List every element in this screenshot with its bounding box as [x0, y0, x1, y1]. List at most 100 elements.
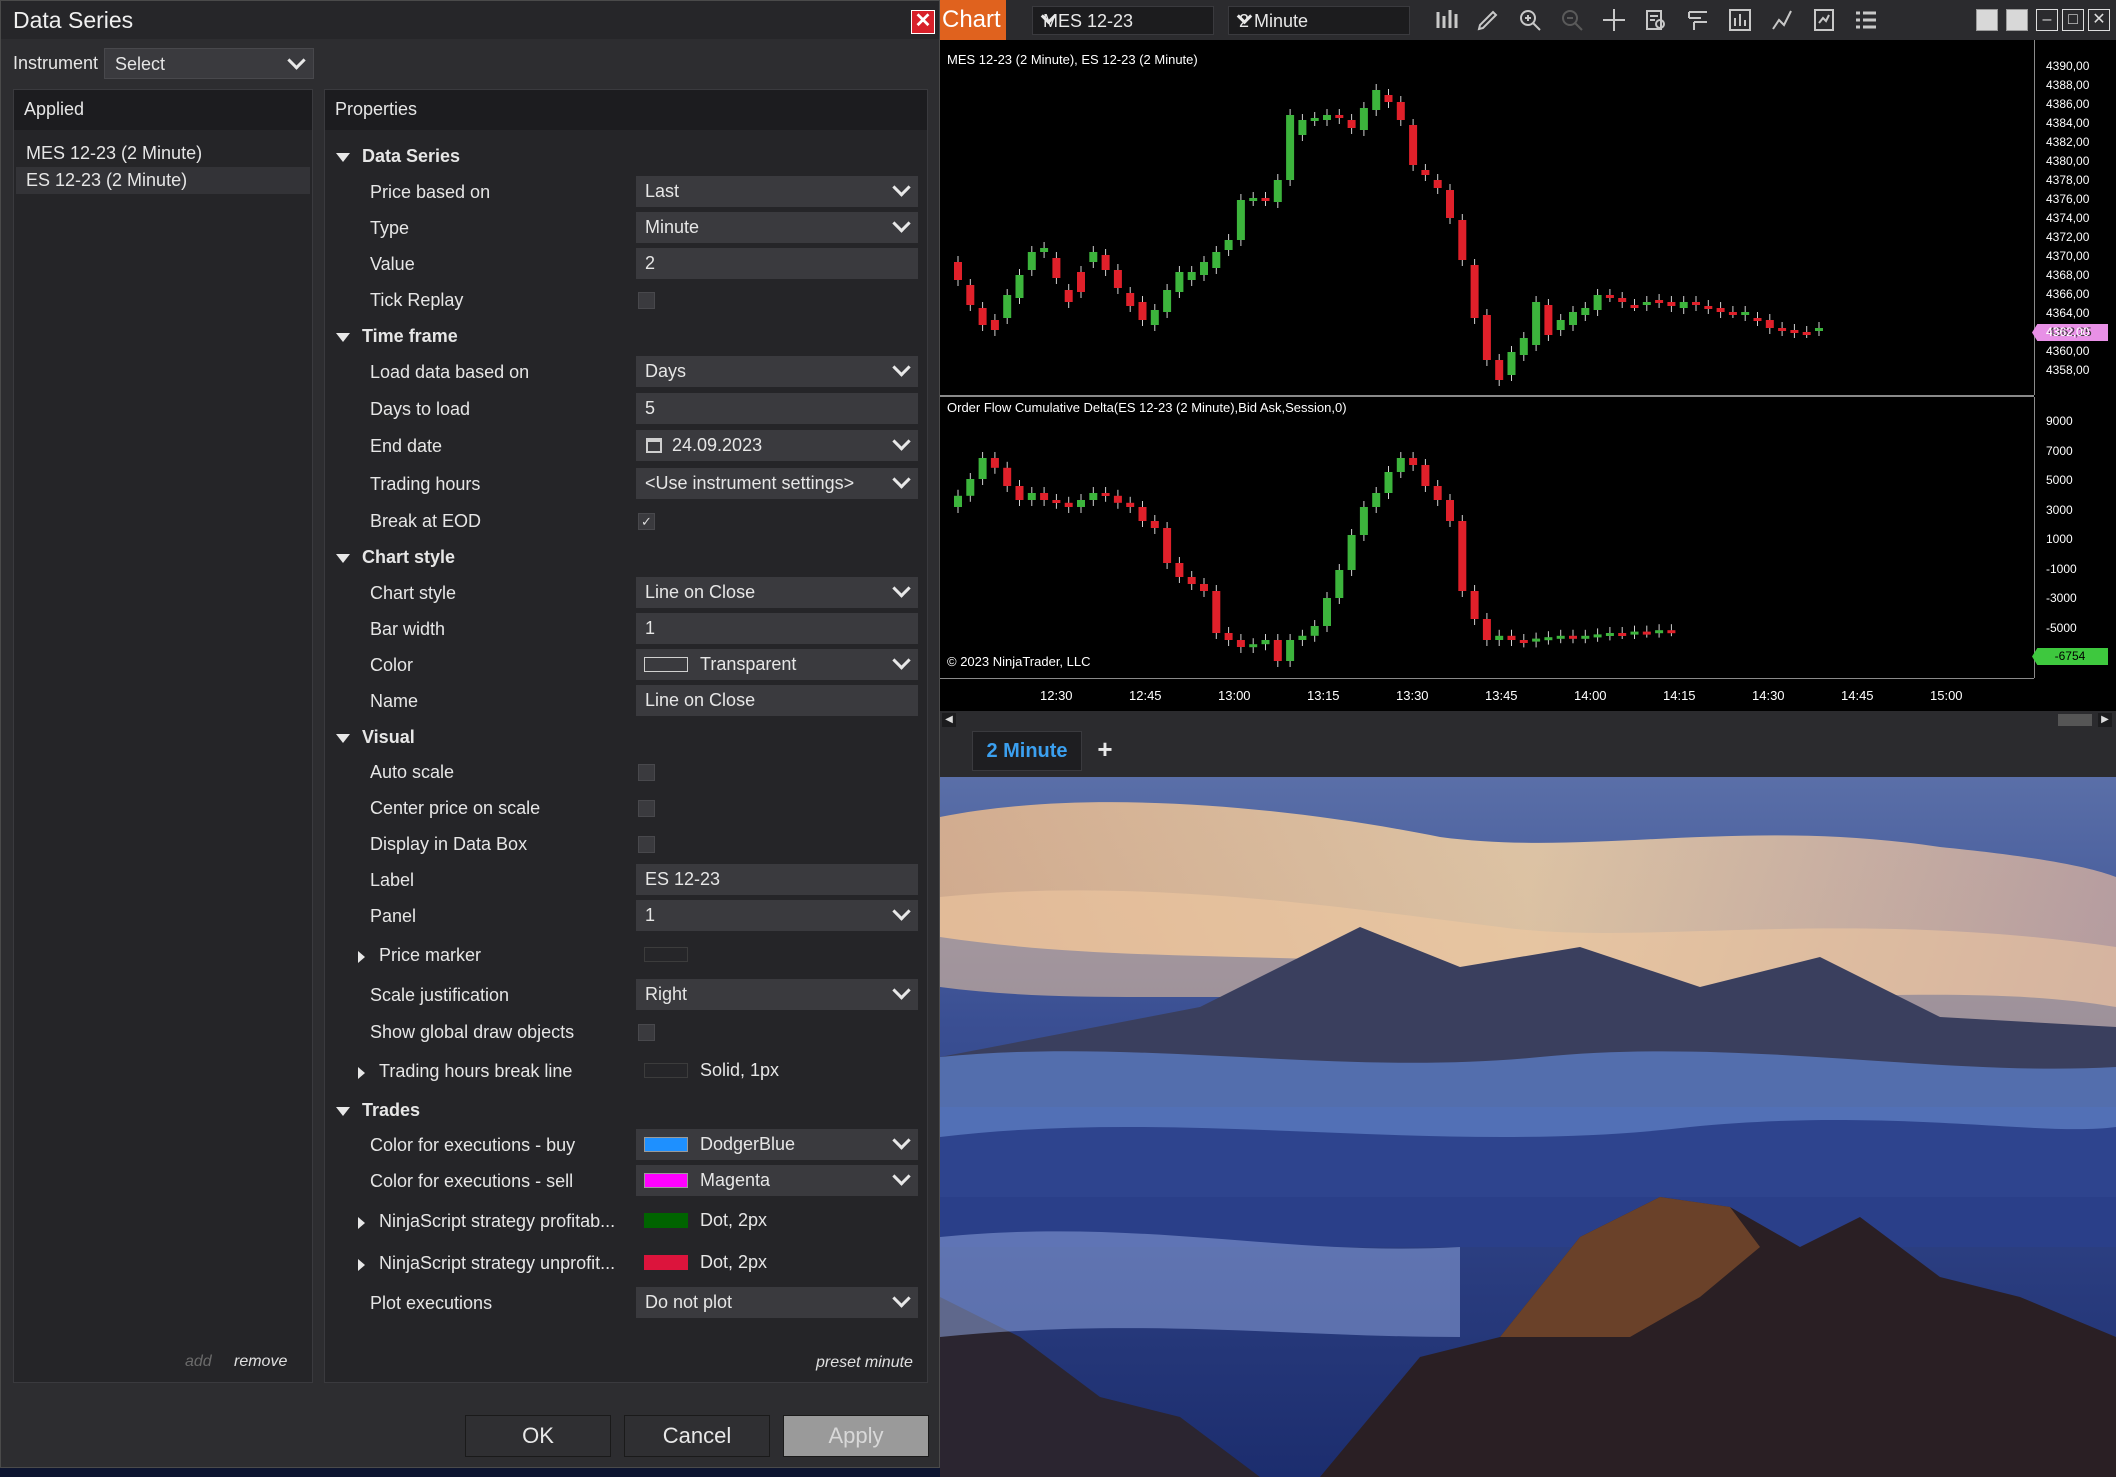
color-select[interactable]: Transparent [636, 649, 918, 680]
scroll-left-icon[interactable]: ◀ [942, 713, 956, 727]
price-chart[interactable] [940, 40, 2034, 395]
add-button[interactable]: add [185, 1353, 212, 1371]
strategy-unprofitable-value[interactable]: Dot, 2px [636, 1247, 918, 1278]
tile-icon[interactable] [1976, 9, 1998, 31]
expand-triangle-icon[interactable] [358, 951, 365, 963]
collapse-triangle-icon [336, 333, 350, 342]
name-input[interactable]: Line on Close [636, 685, 918, 716]
value-input[interactable]: 2 [636, 248, 918, 279]
delta-candle [1261, 634, 1270, 651]
trading-hours-select[interactable]: <Use instrument settings> [636, 468, 918, 499]
price-candle [1692, 296, 1700, 311]
applied-item[interactable]: MES 12-23 (2 Minute) [16, 140, 310, 167]
expand-triangle-icon[interactable] [358, 1067, 365, 1079]
indicators-icon[interactable] [1728, 8, 1752, 32]
applied-item-selected[interactable]: ES 12-23 (2 Minute) [16, 167, 310, 194]
auto-scale-checkbox[interactable] [638, 764, 655, 781]
instrument-select[interactable]: Select [104, 48, 314, 79]
strategies-icon[interactable] [1770, 8, 1794, 32]
expand-triangle-icon[interactable] [358, 1217, 365, 1229]
expand-triangle-icon[interactable] [358, 1259, 365, 1271]
load-data-based-on-select[interactable]: Days [636, 356, 918, 387]
panel-select[interactable]: 1 [636, 900, 918, 931]
remove-button[interactable]: remove [234, 1353, 287, 1371]
delta-candle [1605, 627, 1614, 641]
section-visual[interactable]: Visual [325, 723, 927, 753]
section-data-series[interactable]: Data Series [325, 142, 927, 172]
link-icon[interactable] [2006, 9, 2028, 31]
maximize-icon[interactable]: □ [2062, 9, 2084, 31]
dialog-title: Data Series [13, 7, 134, 33]
time-tick-label: 13:30 [1396, 688, 1429, 703]
price-candle [1716, 302, 1725, 318]
tick-replay-checkbox[interactable] [638, 292, 655, 309]
interval-selector[interactable]: 2 Minute [1228, 6, 1410, 35]
close-icon[interactable]: ✕ [911, 10, 935, 34]
price-candle [1396, 96, 1405, 126]
section-trades[interactable]: Trades [325, 1096, 927, 1126]
price-based-on-select[interactable]: Last [636, 176, 918, 207]
bars-icon[interactable] [1434, 8, 1458, 32]
add-tab-button[interactable]: + [1090, 735, 1120, 765]
data-series-dialog: Data Series ✕ Instrument Select Applied … [0, 0, 940, 1468]
zoom-out-icon[interactable] [1560, 8, 1584, 32]
price-candle [1187, 266, 1196, 286]
time-axis-line [940, 678, 2034, 679]
pencil-icon[interactable] [1476, 8, 1500, 32]
delta-candle [1027, 487, 1036, 506]
delta-candle [1667, 624, 1676, 637]
delta-tick-label: 5000 [2046, 473, 2073, 487]
data-box-icon[interactable] [1644, 8, 1668, 32]
prop-label: NinjaScript strategy unprofit... [379, 1253, 616, 1273]
drawing-objects-icon[interactable] [1686, 8, 1710, 32]
end-date-picker[interactable]: 24.09.2023 [636, 430, 918, 461]
prop-trading-hours-break-line: Trading hours break line Solid, 1px [325, 1057, 927, 1087]
trading-hours-break-line-value[interactable]: Solid, 1px [636, 1055, 918, 1086]
zoom-in-icon[interactable] [1518, 8, 1542, 32]
chart-style-select[interactable]: Line on Close [636, 577, 918, 608]
properties-panel: Properties Data Series Price based on La… [324, 89, 928, 1383]
prop-type: Type Minute [325, 212, 927, 244]
scale-justification-select[interactable]: Right [636, 979, 918, 1010]
ok-button[interactable]: OK [465, 1415, 611, 1457]
plot-executions-select[interactable]: Do not plot [636, 1287, 918, 1318]
label-input[interactable]: ES 12-23 [636, 864, 918, 895]
section-time-frame[interactable]: Time frame [325, 322, 927, 352]
close-window-icon[interactable]: ✕ [2088, 9, 2110, 31]
apply-button[interactable]: Apply [783, 1415, 929, 1457]
type-select[interactable]: Minute [636, 212, 918, 243]
show-global-draw-checkbox[interactable] [638, 1024, 655, 1041]
scroll-right-icon[interactable]: ▶ [2098, 713, 2112, 727]
chart-scrollbar[interactable]: ◀ ▶ [940, 711, 2116, 729]
tab-2-minute[interactable]: 2 Minute [972, 731, 1082, 771]
price-candle [1741, 306, 1750, 321]
section-chart-style[interactable]: Chart style [325, 543, 927, 573]
properties-icon[interactable] [1854, 8, 1878, 32]
strategy-profitable-value[interactable]: Dot, 2px [636, 1205, 918, 1236]
calendar-icon[interactable] [646, 438, 662, 453]
price-marker-value[interactable] [636, 939, 918, 970]
cancel-button[interactable]: Cancel [624, 1415, 770, 1457]
properties-header-label: Properties [335, 99, 418, 119]
templates-icon[interactable] [1812, 8, 1836, 32]
delta-candle [1200, 578, 1208, 597]
minimize-icon[interactable]: – [2036, 9, 2058, 31]
instrument-selector[interactable]: MES 12-23 [1032, 6, 1214, 35]
price-candle [1802, 326, 1811, 338]
price-candle [1015, 269, 1024, 304]
delta-candle [1089, 487, 1098, 506]
scroll-thumb[interactable] [2058, 714, 2092, 726]
days-to-load-input[interactable]: 5 [636, 393, 918, 424]
chart-window-tab[interactable]: Chart [940, 0, 1006, 40]
display-data-box-checkbox[interactable] [638, 836, 655, 853]
exec-sell-color-select[interactable]: Magenta [636, 1165, 918, 1196]
center-price-checkbox[interactable] [638, 800, 655, 817]
cumulative-delta-chart[interactable] [940, 397, 2034, 678]
preset-link[interactable]: preset minute [816, 1354, 913, 1372]
exec-buy-color-select[interactable]: DodgerBlue [636, 1129, 918, 1160]
bar-width-input[interactable]: 1 [636, 613, 918, 644]
break-at-eod-checkbox[interactable]: ✓ [638, 513, 655, 530]
price-candle [1581, 302, 1590, 321]
crosshair-icon[interactable] [1602, 8, 1626, 32]
price-candle [1507, 346, 1516, 381]
